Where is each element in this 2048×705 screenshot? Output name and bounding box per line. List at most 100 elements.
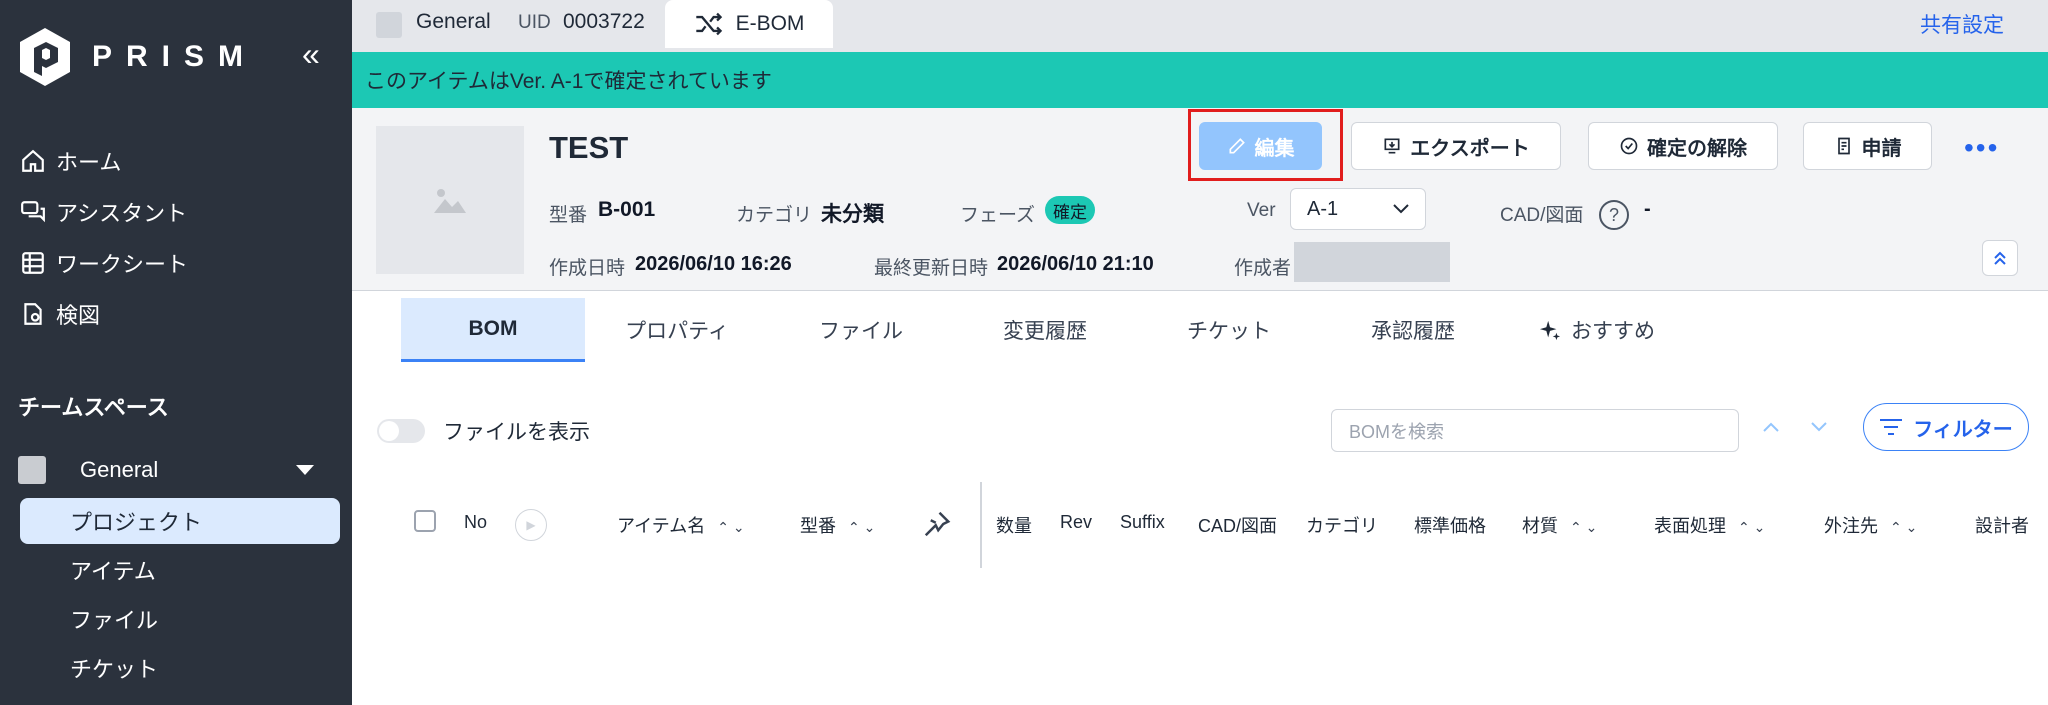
- select-all-checkbox[interactable]: [414, 510, 436, 532]
- nav-home-label: ホーム: [56, 150, 122, 175]
- sidebar-item-item[interactable]: アイテム: [20, 547, 340, 593]
- column-standard-price[interactable]: 標準価格: [1414, 512, 1486, 538]
- column-material-label: 材質: [1522, 516, 1558, 536]
- workspace-thumbnail: [18, 456, 46, 484]
- column-quantity[interactable]: 数量: [996, 512, 1032, 538]
- created-at-value: 2026/06/10 16:26: [635, 253, 792, 275]
- sidebar-item-project[interactable]: プロジェクト: [20, 498, 340, 544]
- request-button[interactable]: 申請: [1803, 122, 1932, 170]
- column-item-name-label: アイテム名: [617, 516, 706, 536]
- table-icon: [22, 252, 44, 274]
- sidebar-item-ticket[interactable]: チケット: [20, 645, 340, 691]
- nav-assistant-label: アシスタント: [56, 201, 188, 226]
- tab-bom[interactable]: BOM: [401, 298, 585, 362]
- cad-value: -: [1644, 198, 1651, 220]
- nav-worksheet-label: ワークシート: [56, 252, 189, 277]
- tab-tickets[interactable]: チケット: [1137, 298, 1321, 362]
- column-divider[interactable]: [980, 482, 982, 568]
- tab-recommended[interactable]: おすすめ: [1505, 298, 1689, 362]
- part-number-value: B-001: [598, 198, 656, 221]
- category-label: カテゴリ: [736, 205, 813, 226]
- nav-assistant[interactable]: アシスタント: [20, 196, 187, 228]
- nav-worksheet[interactable]: ワークシート: [20, 247, 188, 279]
- download-icon: [1384, 138, 1400, 154]
- chat-icon: [21, 201, 45, 223]
- chevron-double-up-icon: [1994, 251, 2006, 265]
- collapse-header-button[interactable]: [1982, 240, 2018, 276]
- export-button[interactable]: エクスポート: [1351, 122, 1561, 170]
- chevron-down-icon: [1811, 422, 1827, 432]
- document-check-icon: [24, 303, 42, 325]
- column-rev[interactable]: Rev: [1060, 512, 1092, 533]
- workspace-selector[interactable]: General: [18, 456, 314, 484]
- column-vendor-label: 外注先: [1824, 516, 1878, 536]
- show-files-toggle[interactable]: [377, 419, 425, 443]
- column-part-number-label: 型番: [800, 516, 836, 536]
- tab-change-history[interactable]: 変更履歴: [953, 298, 1137, 362]
- sort-icon: ⌃ ⌄: [717, 519, 745, 535]
- version-value: A-1: [1307, 197, 1339, 220]
- filter-button[interactable]: フィルター: [1863, 403, 2029, 451]
- column-no: No: [464, 512, 488, 532]
- unconfirm-button[interactable]: 確定の解除: [1588, 122, 1778, 170]
- sidebar-item-file[interactable]: ファイル: [20, 596, 340, 642]
- collapse-sidebar-button[interactable]: «: [302, 38, 320, 70]
- column-surface-treatment[interactable]: 表面処理 ⌃ ⌄: [1654, 512, 1765, 538]
- filter-icon: [1880, 419, 1903, 435]
- item-thumbnail: [376, 126, 524, 274]
- more-actions-button[interactable]: •••: [1964, 132, 1999, 164]
- column-cad[interactable]: CAD/図面: [1198, 512, 1277, 538]
- phase-badge: 確定: [1045, 196, 1095, 224]
- chevron-down-icon: [1393, 204, 1409, 214]
- item-title: TEST: [549, 130, 629, 165]
- tab-approval-history[interactable]: 承認履歴: [1321, 298, 1505, 362]
- column-material[interactable]: 材質 ⌃ ⌄: [1522, 512, 1597, 538]
- column-surface-treatment-label: 表面処理: [1654, 516, 1726, 536]
- shuffle-icon: [695, 12, 722, 36]
- column-item-name[interactable]: アイテム名 ⌃ ⌄: [617, 512, 745, 538]
- team-space-heading: チームスペース: [18, 395, 169, 420]
- author-label: 作成者: [1234, 258, 1292, 279]
- tab-properties[interactable]: プロパティ: [585, 298, 769, 362]
- phase-label: フェーズ: [960, 205, 1036, 226]
- bom-search-input[interactable]: BOMを検索: [1331, 409, 1739, 452]
- column-category[interactable]: カテゴリ: [1306, 512, 1378, 538]
- sort-icon: ⌃ ⌄: [1738, 519, 1766, 535]
- uid-value: 0003722: [563, 10, 645, 33]
- breadcrumb-workspace[interactable]: General: [416, 10, 491, 34]
- pin-icon[interactable]: [922, 509, 952, 539]
- sparkle-icon: [1539, 320, 1561, 341]
- updated-at-value: 2026/06/10 21:10: [997, 253, 1154, 275]
- nav-drawing-check[interactable]: 検図: [20, 298, 100, 330]
- logo-icon: [20, 28, 70, 86]
- export-button-label: エクスポート: [1410, 137, 1530, 160]
- nav-home[interactable]: ホーム: [20, 145, 121, 177]
- sort-icon: ⌃ ⌄: [1570, 519, 1598, 535]
- top-bar: General UID 0003722 E-BOM 共有設定: [352, 0, 2048, 52]
- share-settings-link[interactable]: 共有設定: [1920, 9, 2004, 39]
- author-value-redacted: [1294, 242, 1450, 282]
- category-value: 未分類: [821, 203, 884, 226]
- column-designer[interactable]: 設計者: [1975, 512, 2029, 538]
- prev-result-button[interactable]: [1762, 416, 1780, 439]
- column-vendor[interactable]: 外注先 ⌃ ⌄: [1824, 512, 1917, 538]
- sort-icon: ⌃ ⌄: [848, 519, 876, 535]
- item-tabs: BOM プロパティ ファイル 変更履歴 チケット 承認履歴 おすすめ: [352, 292, 2048, 372]
- tab-files[interactable]: ファイル: [769, 298, 953, 362]
- updated-at-label: 最終更新日時: [874, 258, 989, 279]
- column-part-number[interactable]: 型番 ⌃ ⌄: [800, 512, 875, 538]
- home-icon: [22, 149, 44, 172]
- prism-logo[interactable]: PRISM: [18, 26, 257, 88]
- next-result-button[interactable]: [1810, 416, 1828, 439]
- caret-down-icon: [296, 465, 314, 475]
- expand-all-button[interactable]: ▶: [515, 509, 547, 541]
- version-select[interactable]: A-1: [1290, 188, 1426, 230]
- tab-recommended-label: おすすめ: [1571, 320, 1655, 343]
- tab-e-bom[interactable]: E-BOM: [665, 0, 833, 48]
- uid-label: UID: [518, 12, 551, 33]
- help-icon[interactable]: ?: [1599, 200, 1629, 230]
- column-suffix[interactable]: Suffix: [1120, 512, 1165, 533]
- created-at-label: 作成日時: [549, 258, 626, 279]
- logo-text: PRISM: [92, 40, 258, 73]
- check-circle-icon: [1620, 137, 1638, 155]
